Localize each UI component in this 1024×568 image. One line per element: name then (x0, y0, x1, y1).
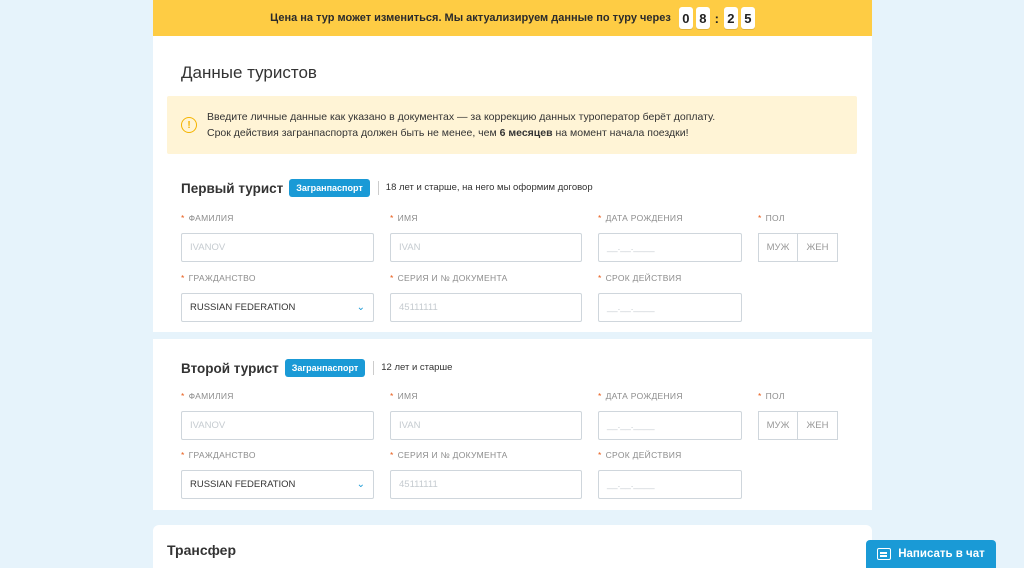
surname-field: * ФАМИЛИЯ IVANOV (181, 390, 374, 440)
gender-male-button[interactable]: МУЖ (758, 233, 798, 262)
page-title: Данные туристов (181, 63, 317, 82)
timer-digit: 0 (678, 7, 693, 29)
chat-icon (877, 548, 892, 560)
citizenship-field: * ГРАЖДАНСТВО RUSSIAN FEDERATION ⌄ (181, 449, 374, 499)
name-label: * ИМЯ (390, 213, 418, 223)
tourist-title: Второй турист (181, 360, 279, 376)
document-input[interactable]: 45111111 (390, 470, 582, 499)
document-input[interactable]: 45111111 (390, 293, 582, 322)
citizenship-value: RUSSIAN FEDERATION (190, 479, 296, 490)
citizenship-value: RUSSIAN FEDERATION (190, 302, 296, 313)
gender-label: * ПОЛ (758, 213, 785, 223)
gender-label: * ПОЛ (758, 391, 785, 401)
chat-button-label: Написать в чат (898, 548, 985, 560)
notice-line-2-start: Срок действия загранпаспорта должен быть… (207, 127, 500, 139)
notice-line-2-end: на момент начала поездки! (552, 127, 689, 139)
gender-field: * ПОЛ МУЖ ЖЕН (758, 390, 839, 440)
gender-toggle: МУЖ ЖЕН (758, 233, 839, 262)
birthdate-input[interactable]: __.__.____ (598, 411, 742, 440)
age-note: 18 лет и старше, на него мы оформим дого… (377, 181, 593, 195)
document-field: * СЕРИЯ И № ДОКУМЕНТА 45111111 (390, 449, 582, 499)
gender-male-button[interactable]: МУЖ (758, 411, 798, 440)
name-input[interactable]: IVAN (390, 233, 582, 262)
transfer-card: Трансфер (153, 525, 872, 568)
expiry-input[interactable]: __.__.____ (598, 293, 742, 322)
chevron-down-icon: ⌄ (356, 302, 365, 313)
name-label: * ИМЯ (390, 391, 418, 401)
tourist-2-header: Второй турист Загранпаспорт 12 лет и ста… (181, 359, 452, 377)
gender-female-button[interactable]: ЖЕН (798, 233, 838, 262)
tourist-1-header: Первый турист Загранпаспорт 18 лет и ста… (181, 179, 593, 197)
timer-separator: : (714, 10, 719, 26)
expiry-input[interactable]: __.__.____ (598, 470, 742, 499)
chat-button[interactable]: Написать в чат (866, 540, 996, 568)
citizenship-label: * ГРАЖДАНСТВО (181, 273, 256, 283)
price-change-banner: Цена на тур может измениться. Мы актуали… (153, 0, 872, 36)
timer-digit: 5 (740, 7, 755, 29)
notice-text: Введите личные данные как указано в доку… (207, 109, 715, 141)
notice-line-2: Срок действия загранпаспорта должен быть… (207, 125, 715, 141)
name-field: * ИМЯ IVAN (390, 390, 582, 440)
birthdate-field: * ДАТА РОЖДЕНИЯ __.__.____ (598, 212, 742, 262)
timer-digit: 8 (695, 7, 710, 29)
gender-female-button[interactable]: ЖЕН (798, 411, 838, 440)
document-label: * СЕРИЯ И № ДОКУМЕНТА (390, 273, 508, 283)
age-note: 12 лет и старше (373, 361, 452, 375)
countdown-timer: 0 8 : 2 5 (678, 7, 755, 29)
document-field: * СЕРИЯ И № ДОКУМЕНТА 45111111 (390, 272, 582, 322)
surname-field: * ФАМИЛИЯ IVANOV (181, 212, 374, 262)
info-notice: ! Введите личные данные как указано в до… (167, 96, 857, 154)
name-field: * ИМЯ IVAN (390, 212, 582, 262)
surname-input[interactable]: IVANOV (181, 411, 374, 440)
banner-text: Цена на тур может измениться. Мы актуали… (270, 12, 671, 24)
birthdate-input[interactable]: __.__.____ (598, 233, 742, 262)
birthdate-label: * ДАТА РОЖДЕНИЯ (598, 213, 683, 223)
tourists-card: Данные туристов ! Введите личные данные … (153, 36, 872, 332)
chevron-down-icon: ⌄ (356, 479, 365, 490)
citizenship-field: * ГРАЖДАНСТВО RUSSIAN FEDERATION ⌄ (181, 272, 374, 322)
name-input[interactable]: IVAN (390, 411, 582, 440)
expiry-label: * СРОК ДЕЙСТВИЯ (598, 450, 682, 460)
notice-line-1: Введите личные данные как указано в доку… (207, 111, 716, 123)
birthdate-field: * ДАТА РОЖДЕНИЯ __.__.____ (598, 390, 742, 440)
info-icon: ! (181, 117, 197, 133)
birthdate-label: * ДАТА РОЖДЕНИЯ (598, 391, 683, 401)
gender-field: * ПОЛ МУЖ ЖЕН (758, 212, 839, 262)
citizenship-label: * ГРАЖДАНСТВО (181, 450, 256, 460)
surname-input[interactable]: IVANOV (181, 233, 374, 262)
tourist-title: Первый турист (181, 180, 284, 196)
surname-label: * ФАМИЛИЯ (181, 391, 234, 401)
timer-digit: 2 (723, 7, 738, 29)
citizenship-select[interactable]: RUSSIAN FEDERATION ⌄ (181, 293, 374, 322)
transfer-title: Трансфер (167, 542, 237, 558)
tourist-2-card: Второй турист Загранпаспорт 12 лет и ста… (153, 339, 872, 510)
expiry-field: * СРОК ДЕЙСТВИЯ __.__.____ (598, 449, 742, 499)
expiry-label: * СРОК ДЕЙСТВИЯ (598, 273, 682, 283)
passport-badge[interactable]: Загранпаспорт (289, 179, 370, 197)
gender-toggle: МУЖ ЖЕН (758, 411, 839, 440)
citizenship-select[interactable]: RUSSIAN FEDERATION ⌄ (181, 470, 374, 499)
passport-badge[interactable]: Загранпаспорт (284, 359, 366, 377)
expiry-field: * СРОК ДЕЙСТВИЯ __.__.____ (598, 272, 742, 322)
surname-label: * ФАМИЛИЯ (181, 213, 234, 223)
document-label: * СЕРИЯ И № ДОКУМЕНТА (390, 450, 508, 460)
notice-bold: 6 месяцев (499, 127, 553, 139)
